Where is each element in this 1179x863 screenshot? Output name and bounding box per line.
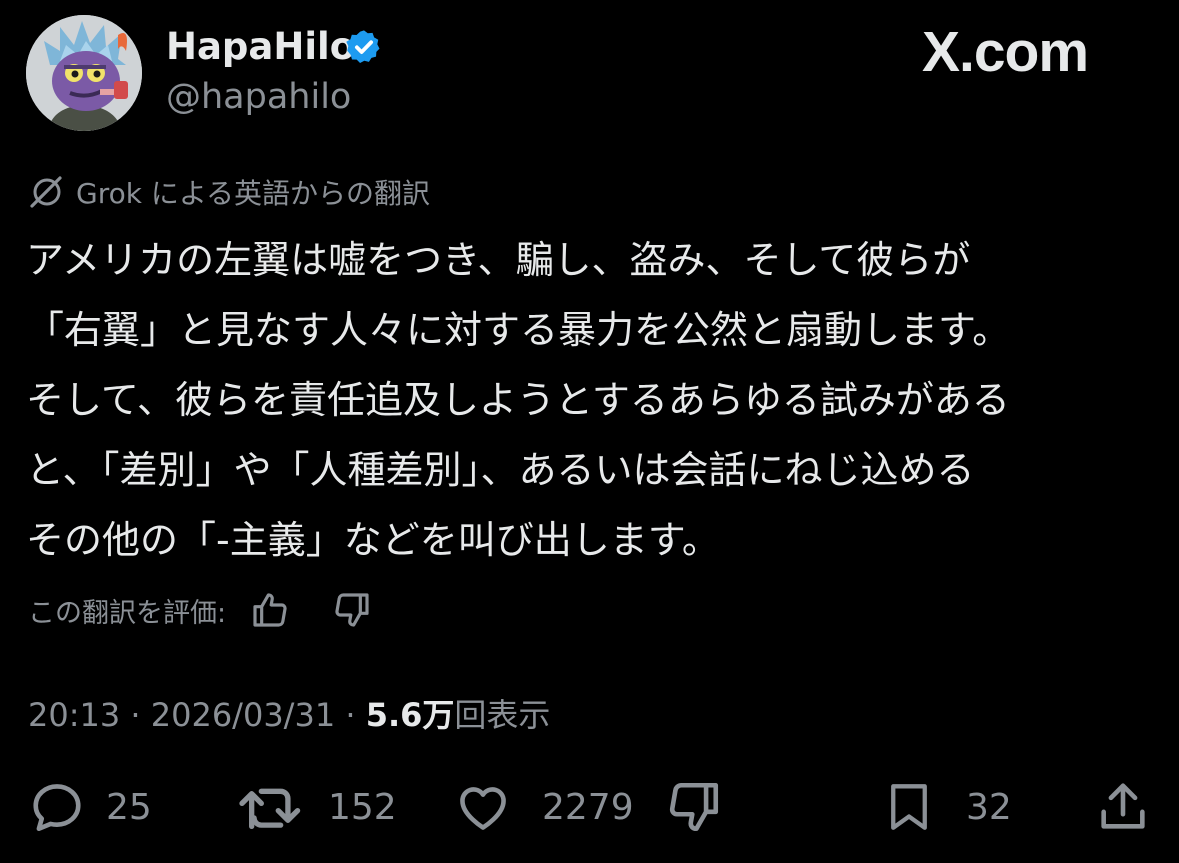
share-button[interactable]	[1094, 778, 1152, 836]
display-name[interactable]: HapaHilo	[166, 24, 355, 70]
reply-count: 25	[106, 786, 152, 828]
meta-separator: ·	[120, 696, 151, 734]
repost-count: 152	[328, 786, 397, 828]
views-label: 回表示	[454, 696, 551, 734]
thumbs-down-icon	[335, 593, 369, 627]
reply-button[interactable]: 25	[28, 778, 152, 836]
heart-icon	[460, 787, 506, 830]
tweet-text-line: 「右翼」と見なす人々に対する暴力を公然と扇動します。	[26, 308, 1011, 352]
bookmark-button[interactable]: 32	[882, 778, 1012, 836]
bookmark-icon	[891, 784, 927, 830]
meta-separator: ·	[335, 696, 366, 734]
avatar-image	[26, 15, 142, 131]
repost-icon	[239, 788, 301, 829]
tweet-date[interactable]: 2026/03/31	[151, 696, 335, 734]
tweet-text-line: アメリカの左翼は嘘をつき、騙し、盗み、そして彼らが	[26, 238, 971, 282]
like-button[interactable]: 2279	[452, 778, 634, 836]
rate-thumbs-down-button[interactable]	[330, 588, 374, 632]
thumbs-up-icon	[253, 593, 287, 627]
author-handle[interactable]: @hapahilo	[166, 74, 351, 120]
tweet-text-line: そして、彼らを責任追及しようとするあらゆる試みがある	[26, 378, 1010, 422]
avatar[interactable]	[26, 15, 142, 131]
tweet-text-line: と、「差別」や「人種差別」、あるいは会話にねじ込める	[26, 448, 975, 492]
reply-icon	[33, 784, 81, 832]
thumbs-down-icon	[669, 782, 719, 832]
tweet-text-line: その他の「-主義」などを叫び出します。	[26, 518, 720, 562]
translation-label-text: Grok による英語からの翻訳	[76, 177, 431, 210]
translation-label: Grok による英語からの翻訳	[26, 172, 430, 212]
tweet-time[interactable]: 20:13	[28, 696, 120, 734]
tweet-meta: 20:13 · 2026/03/31 · 5.6万 回表示	[28, 690, 550, 734]
like-count: 2279	[542, 786, 634, 828]
rate-translation: この翻訳を評価:	[28, 585, 374, 635]
tweet-text: アメリカの左翼は嘘をつき、騙し、盗み、そして彼らが 「右翼」と見なす人々に対する…	[26, 225, 1136, 575]
downvote-button[interactable]	[664, 778, 724, 836]
verified-badge-icon	[346, 30, 380, 63]
rate-thumbs-up-button[interactable]	[248, 588, 292, 632]
grok-icon	[30, 176, 62, 208]
bookmark-count: 32	[966, 786, 1012, 828]
site-watermark: X.com	[922, 20, 1089, 84]
rate-translation-label: この翻訳を評価:	[28, 597, 227, 629]
share-icon	[1101, 783, 1145, 829]
views-count: 5.6万	[365, 696, 455, 734]
repost-button[interactable]: 152	[236, 778, 397, 836]
